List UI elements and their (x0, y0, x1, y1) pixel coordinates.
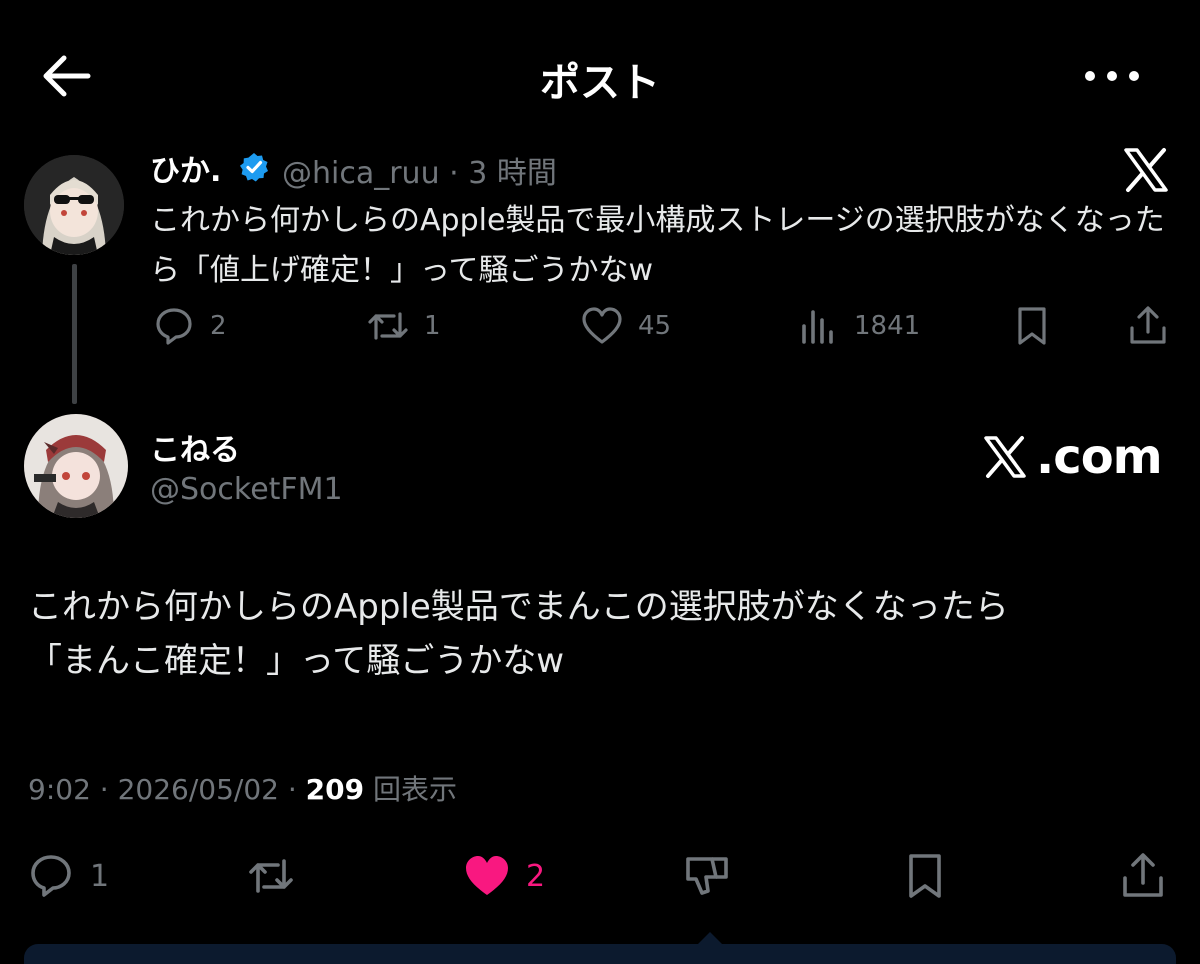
author-handle: @SocketFM1 (150, 472, 343, 507)
like-count: 45 (638, 311, 672, 341)
post-text: これから何かしらのApple製品でまんこの選択肢がなくなったら 「まんこ確定！」… (28, 580, 1178, 688)
share-button[interactable] (1126, 304, 1170, 348)
reply-icon (156, 308, 192, 345)
author-handle-time: @hica_ruu · 3 時間 (282, 156, 557, 191)
view-label: 回表示 (373, 773, 458, 806)
bookmark-button[interactable] (1010, 304, 1054, 348)
bookmark-button[interactable] (900, 850, 950, 902)
post-meta: 9:02 · 2026/05/02 · 209 回表示 (28, 768, 457, 808)
like-button[interactable]: 2 (462, 850, 545, 902)
more-horizontal-icon (1085, 71, 1139, 81)
like-button[interactable]: 45 (580, 304, 671, 348)
avatar-image (24, 155, 124, 255)
x-logo-icon (1120, 144, 1172, 196)
reply-count: 2 (210, 311, 227, 341)
views-button[interactable]: 1841 (796, 304, 920, 348)
repost-icon (249, 859, 293, 893)
thread-line (72, 264, 77, 404)
repost-icon (368, 312, 408, 340)
avatar[interactable] (24, 155, 124, 255)
x-com-logo: .com (982, 427, 1163, 487)
reply-count: 1 (90, 858, 110, 894)
avatar[interactable] (24, 414, 128, 518)
more-button[interactable] (1080, 58, 1144, 94)
repost-button[interactable]: 1 (366, 304, 441, 348)
author-name[interactable]: こねる (150, 425, 240, 469)
views-chart-icon (802, 310, 833, 344)
post-text-line: 「まんこ確定！」って騒ごうかなw (28, 641, 565, 681)
share-icon (1130, 306, 1166, 344)
x-com-text: .com (1036, 429, 1163, 485)
tooltip-pointer (690, 924, 730, 952)
bookmark-icon (909, 854, 941, 898)
repost-button[interactable] (246, 850, 296, 902)
page-title: ポスト (540, 60, 660, 106)
post-timestamp: 9:02 · 2026/05/02 · (28, 773, 306, 806)
post-text-line: これから何かしらのApple製品でまんこの選択肢がなくなったら (28, 587, 1009, 627)
avatar-image (24, 414, 128, 518)
reply-composer-bar[interactable] (24, 944, 1176, 964)
x-logo-icon (984, 436, 1026, 478)
views-count: 1841 (854, 311, 921, 341)
thumbs-down-icon (686, 857, 728, 895)
view-count: 209 (305, 773, 365, 806)
share-button[interactable] (1118, 850, 1168, 902)
post-text: これから何かしらのApple製品で最小構成ストレージの選択肢がなくなったら「値上… (150, 203, 1165, 288)
like-count: 2 (526, 858, 546, 894)
verified-badge-icon (238, 151, 270, 183)
heart-icon (582, 307, 622, 344)
reply-button[interactable]: 2 (152, 304, 227, 348)
share-icon (1123, 853, 1163, 897)
bookmark-icon (1018, 307, 1046, 345)
reply-button[interactable]: 1 (26, 850, 109, 902)
repost-count: 1 (424, 311, 441, 341)
heart-filled-icon (466, 856, 508, 895)
author-name[interactable]: ひか. (150, 146, 221, 190)
dislike-button[interactable] (682, 850, 732, 902)
reply-icon (31, 855, 71, 897)
